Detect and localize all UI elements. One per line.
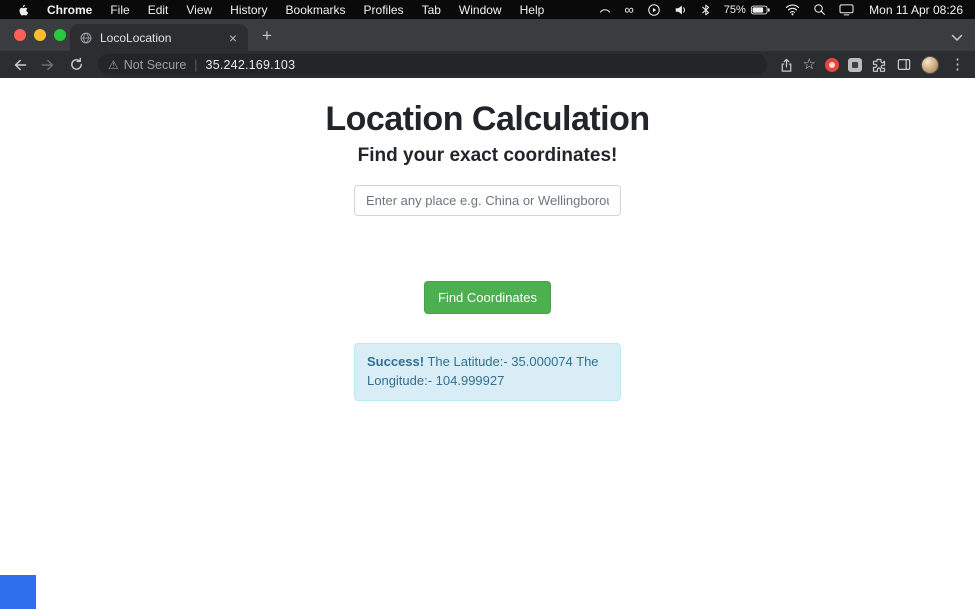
close-window-button[interactable] — [14, 29, 26, 41]
back-button[interactable] — [8, 54, 32, 76]
chrome-menu-kebab-icon[interactable]: ⋮ — [948, 57, 967, 72]
bluetooth-icon[interactable] — [701, 3, 711, 17]
minimize-window-button[interactable] — [34, 29, 46, 41]
menubar-item-window[interactable]: Window — [450, 3, 511, 17]
globe-favicon — [80, 32, 92, 43]
play-circle-icon[interactable] — [647, 3, 661, 17]
tab-title: LocoLocation — [100, 30, 172, 45]
arc-status-icon[interactable] — [598, 3, 612, 16]
address-bar[interactable]: ⚠ Not Secure | 35.242.169.103 — [98, 54, 767, 75]
not-secure-warning-icon: ⚠ — [108, 57, 119, 72]
menubar-item-edit[interactable]: Edit — [139, 3, 178, 17]
browser-tab[interactable]: LocoLocation × — [70, 24, 248, 51]
wifi-icon[interactable] — [785, 3, 800, 16]
menubar-item-bookmarks[interactable]: Bookmarks — [277, 3, 355, 17]
tab-close-icon[interactable]: × — [227, 31, 239, 45]
menubar-item-help[interactable]: Help — [511, 3, 554, 17]
page-subtitle: Find your exact coordinates! — [357, 145, 618, 166]
menubar-clock[interactable]: Mon 11 Apr 08:26 — [867, 3, 963, 17]
battery-indicator[interactable]: 75% — [724, 3, 772, 17]
menubar-item-profiles[interactable]: Profiles — [355, 3, 413, 17]
menubar-item-view[interactable]: View — [177, 3, 221, 17]
menubar-item-chrome[interactable]: Chrome — [38, 3, 101, 17]
toolbar-actions: ☆ ⋮ — [777, 55, 967, 74]
security-label[interactable]: Not Secure — [124, 58, 187, 72]
place-input[interactable] — [354, 185, 621, 216]
address-separator: | — [194, 57, 198, 72]
page-title: Location Calculation — [325, 100, 650, 138]
bookmark-star-icon[interactable]: ☆ — [803, 57, 816, 72]
result-alert: Success! The Latitude:- 35.000074 The Lo… — [354, 343, 621, 401]
apple-icon — [19, 4, 29, 15]
zoom-window-button[interactable] — [54, 29, 66, 41]
glasses-icon[interactable]: ∞ — [625, 3, 634, 16]
battery-percent: 75% — [723, 3, 746, 16]
alert-success-label: Success! — [367, 354, 425, 369]
extensions-puzzle-icon[interactable] — [871, 57, 887, 73]
new-tab-button[interactable]: + — [254, 23, 280, 49]
url-text[interactable]: 35.242.169.103 — [206, 58, 296, 72]
profile-avatar[interactable] — [921, 55, 939, 74]
reload-button[interactable] — [64, 54, 88, 76]
adblock-extension-icon[interactable] — [825, 57, 839, 72]
forward-button[interactable] — [36, 54, 60, 76]
tab-search-chevron-icon[interactable] — [951, 34, 963, 42]
menubar-item-tab[interactable]: Tab — [413, 3, 450, 17]
share-icon[interactable] — [779, 57, 794, 73]
find-coordinates-button[interactable]: Find Coordinates — [424, 281, 551, 314]
side-panel-icon[interactable] — [896, 57, 912, 72]
menubar-status-area: ∞ 75% Mon 11 Apr 08:26 — [598, 3, 970, 17]
apple-menu[interactable] — [10, 3, 38, 17]
volume-icon[interactable] — [674, 3, 688, 17]
display-icon[interactable] — [839, 3, 854, 16]
chrome-toolbar: ⚠ Not Secure | 35.242.169.103 ☆ ⋮ — [0, 51, 975, 78]
menubar-item-file[interactable]: File — [101, 3, 138, 17]
spotlight-search-icon[interactable] — [813, 3, 826, 16]
chrome-tab-strip: LocoLocation × + — [0, 19, 975, 51]
extension-icon[interactable] — [848, 57, 862, 72]
macos-menu-bar: Chrome File Edit View History Bookmarks … — [0, 0, 975, 19]
web-page: Location Calculation Find your exact coo… — [0, 78, 975, 609]
menubar-item-history[interactable]: History — [221, 3, 276, 17]
window-controls — [14, 29, 66, 41]
bottom-left-blue-patch — [0, 575, 36, 609]
